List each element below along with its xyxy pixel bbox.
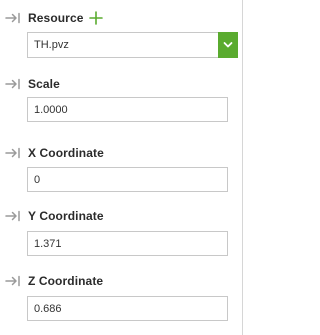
resource-select[interactable]: TH.pvz <box>27 32 238 58</box>
x-coordinate-input[interactable] <box>27 167 228 192</box>
scale-label: Scale <box>28 77 60 91</box>
link-arrow-icon[interactable] <box>4 146 24 160</box>
x-coordinate-field-header: X Coordinate <box>4 144 104 162</box>
properties-panel: Resource TH.pvz Scale X Coordinate <box>0 0 243 335</box>
resource-dropdown-button[interactable] <box>218 32 238 58</box>
scale-field-header: Scale <box>4 75 60 93</box>
x-coordinate-label: X Coordinate <box>28 146 104 160</box>
scale-input[interactable] <box>27 97 228 122</box>
y-coordinate-input[interactable] <box>27 231 228 256</box>
add-resource-plus-icon[interactable] <box>88 11 103 25</box>
z-coordinate-field-header: Z Coordinate <box>4 272 103 290</box>
resource-field-header: Resource <box>4 9 103 27</box>
resource-select-value: TH.pvz <box>34 39 69 51</box>
z-coordinate-label: Z Coordinate <box>28 274 104 288</box>
chevron-down-icon <box>223 42 233 48</box>
link-arrow-icon[interactable] <box>4 209 24 223</box>
link-arrow-icon[interactable] <box>4 77 24 91</box>
link-arrow-icon[interactable] <box>4 274 24 288</box>
resource-label: Resource <box>28 11 84 25</box>
y-coordinate-label: Y Coordinate <box>28 209 104 223</box>
y-coordinate-field-header: Y Coordinate <box>4 207 104 225</box>
z-coordinate-input[interactable] <box>27 296 228 321</box>
link-arrow-icon[interactable] <box>4 11 24 25</box>
